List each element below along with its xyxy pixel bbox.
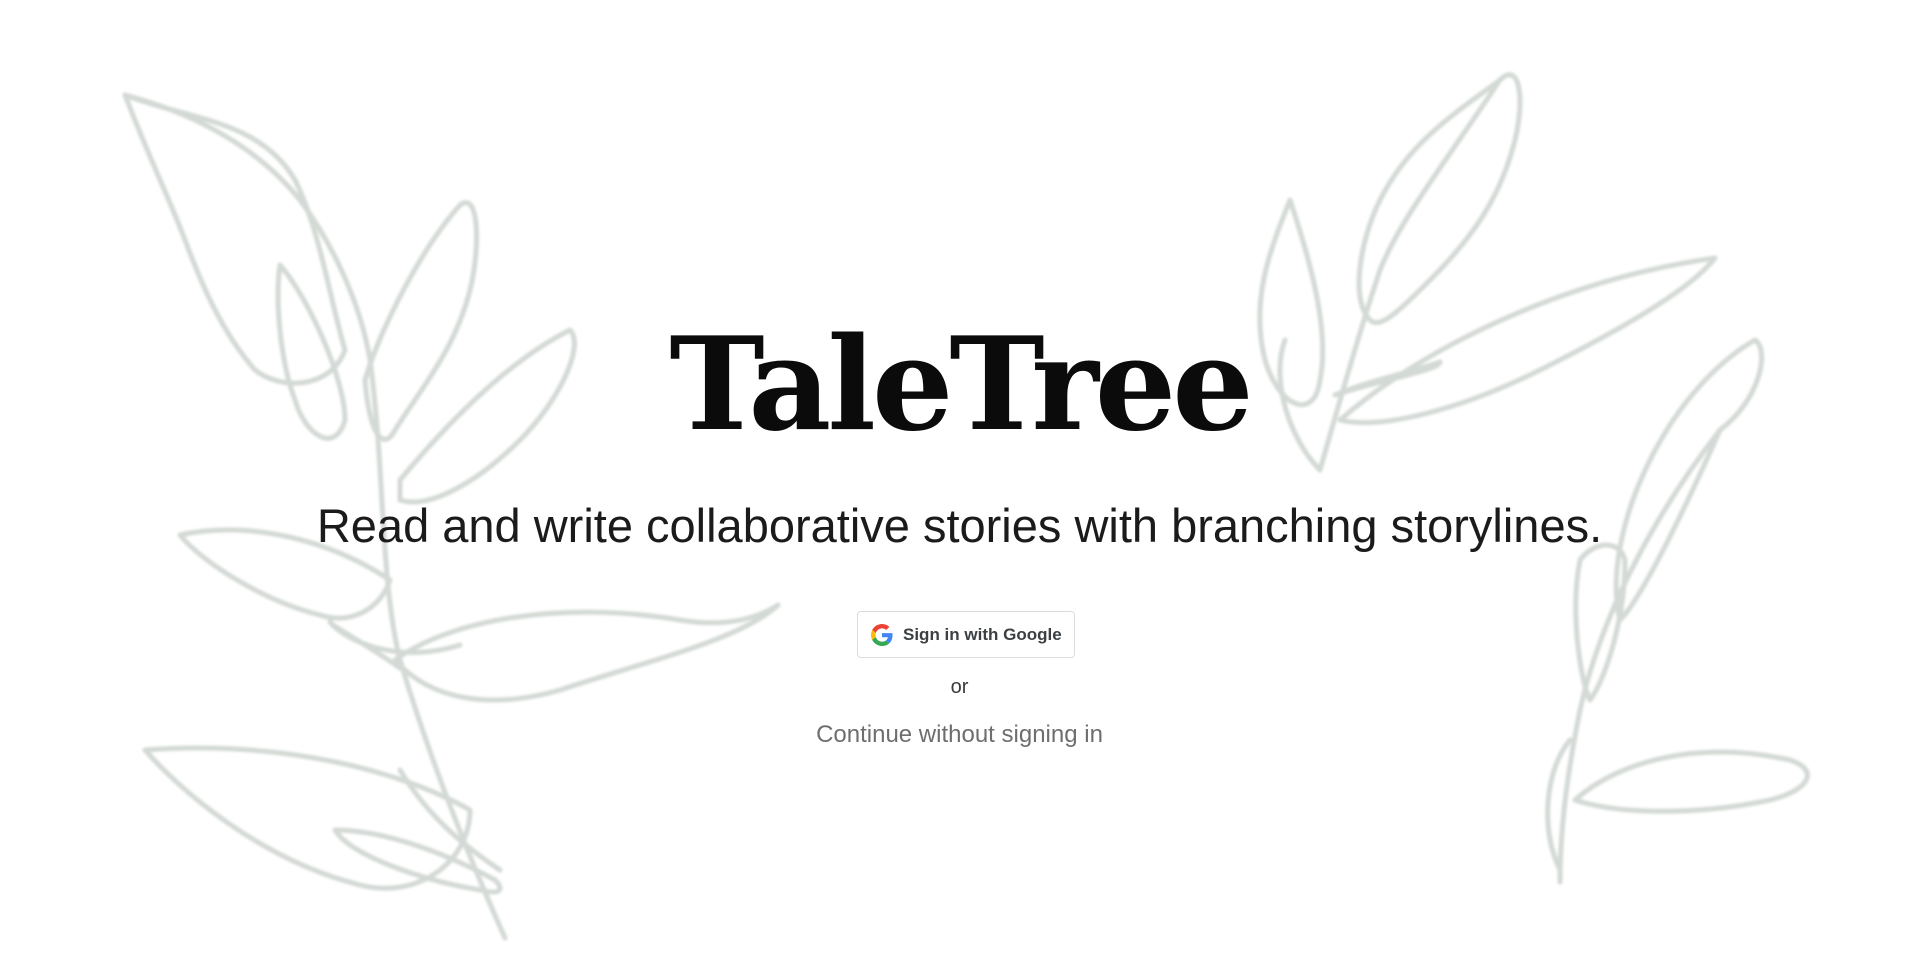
google-g-icon (871, 623, 893, 646)
google-button-label: Sign in with Google (903, 624, 1062, 644)
or-separator: or (950, 676, 969, 698)
app-tagline: Read and write collaborative stories wit… (316, 499, 1603, 552)
landing-page: TaleTree Read and write collaborative st… (0, 0, 1919, 964)
sign-in-with-google-button[interactable]: Sign in with Google (857, 611, 1075, 658)
app-title: TaleTree (669, 310, 1253, 460)
hero-content: TaleTree Read and write collaborative st… (0, 0, 1919, 964)
continue-without-signing-in-link[interactable]: Continue without signing in (0, 721, 1919, 749)
